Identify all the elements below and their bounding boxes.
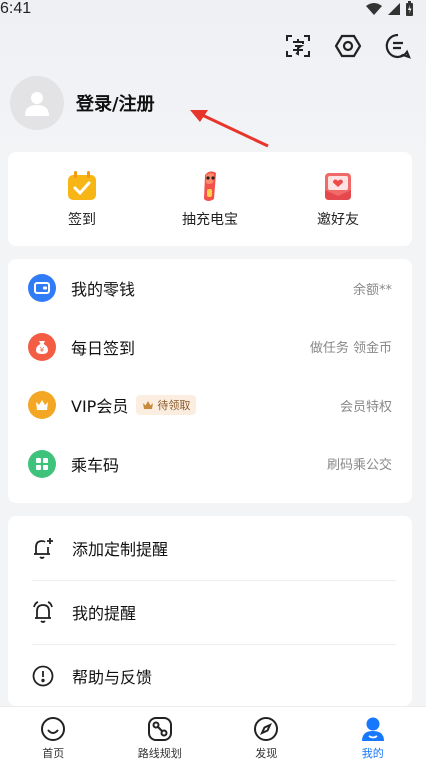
invite-envelope-icon — [321, 169, 355, 203]
status-bar: 6:41 — [0, 0, 426, 24]
status-time: 6:41 — [0, 0, 32, 17]
quick-action-label: 签到 — [68, 212, 96, 228]
list-item-wallet[interactable]: 我的零钱 余额** — [8, 259, 412, 318]
quick-action-label: 抽充电宝 — [182, 212, 238, 228]
crown-small-icon — [143, 401, 154, 410]
tab-label: 首页 — [42, 746, 65, 760]
list-item-title: 乘车码 — [71, 455, 120, 475]
quick-action-label: 邀好友 — [317, 212, 359, 228]
quick-action-invite[interactable]: 邀好友 — [283, 169, 393, 229]
list-item-add-custom-reminder[interactable]: 添加定制提醒 — [8, 516, 412, 580]
list-item-daily-checkin[interactable]: ¥ 每日签到 做任务 领金币 — [8, 318, 412, 377]
battery-icon — [406, 1, 413, 16]
money-bag-icon: ¥ — [28, 332, 56, 361]
list-item-detail: 刷码乘公交 — [326, 458, 392, 474]
list-item-title: 我的提醒 — [72, 604, 137, 623]
tab-label: 我的 — [361, 746, 384, 760]
list-item-detail: 余额** — [352, 282, 392, 298]
wifi-icon — [366, 3, 382, 15]
list-item-detail: 做任务 领金币 — [309, 341, 392, 357]
message-icon[interactable] — [384, 32, 412, 60]
list-item-title: 添加定制提醒 — [72, 540, 169, 559]
settings-hex-icon[interactable] — [334, 32, 362, 60]
status-icons — [365, 0, 414, 18]
list-item-vip[interactable]: VIP会员 待领取 会员特权 — [8, 376, 412, 435]
route-icon — [147, 716, 172, 741]
tab-mine[interactable]: 我的 — [320, 707, 426, 768]
home-smile-icon — [41, 716, 66, 741]
tab-label: 路线规划 — [137, 746, 182, 760]
avatar[interactable] — [10, 76, 64, 130]
tab-route-planning[interactable]: 路线规划 — [107, 707, 214, 768]
badge-label: 待领取 — [157, 399, 191, 413]
profile-icon — [361, 717, 384, 741]
annotation-arrow — [190, 110, 269, 148]
compass-icon — [254, 716, 279, 741]
quick-action-power-bank[interactable]: 抽充电宝 — [155, 169, 265, 229]
list-item-title: VIP会员 — [71, 397, 129, 417]
list-item-my-reminders[interactable]: 我的提醒 — [8, 580, 412, 644]
wallet-list-card: 我的零钱 余额** ¥ 每日签到 做任务 领金币 VIP会员 待领取 会员特权 … — [8, 259, 412, 503]
bottom-tab-bar: 首页 路线规划 发现 我的 — [0, 706, 426, 768]
scan-text-icon[interactable] — [284, 32, 312, 60]
help-alert-icon — [30, 663, 56, 689]
profile-login-area[interactable]: 登录/注册 — [10, 76, 155, 130]
login-register-link[interactable]: 登录/注册 — [76, 90, 155, 116]
bell-plus-icon — [30, 535, 56, 561]
default-avatar-icon — [25, 92, 49, 116]
tab-discover[interactable]: 发现 — [213, 707, 320, 768]
list-item-detail: 会员特权 — [339, 399, 392, 415]
list-item-title: 每日签到 — [71, 338, 136, 358]
tab-label: 发现 — [255, 746, 278, 760]
qr-grid-icon — [28, 449, 56, 478]
vip-pending-badge[interactable]: 待领取 — [136, 395, 197, 416]
list-item-help-feedback[interactable]: 帮助与反馈 — [8, 644, 412, 708]
list-item-title: 我的零钱 — [71, 280, 136, 300]
svg-text:¥: ¥ — [40, 346, 45, 354]
signal-icon — [388, 3, 400, 15]
list-item-transit-code[interactable]: 乘车码 刷码乘公交 — [8, 435, 412, 494]
tab-home[interactable]: 首页 — [0, 707, 107, 768]
quick-actions-card: 签到 抽充电宝 邀好友 — [8, 152, 412, 246]
settings-list-card: 添加定制提醒 我的提醒 帮助与反馈 — [8, 516, 412, 706]
alarm-bell-icon — [30, 599, 56, 625]
list-item-title: 帮助与反馈 — [72, 668, 153, 687]
calendar-check-icon — [65, 169, 99, 203]
crown-icon — [28, 391, 56, 420]
wallet-icon — [28, 274, 56, 303]
quick-action-checkin[interactable]: 签到 — [27, 169, 137, 229]
top-actions — [284, 32, 412, 60]
power-bank-icon — [193, 169, 227, 203]
